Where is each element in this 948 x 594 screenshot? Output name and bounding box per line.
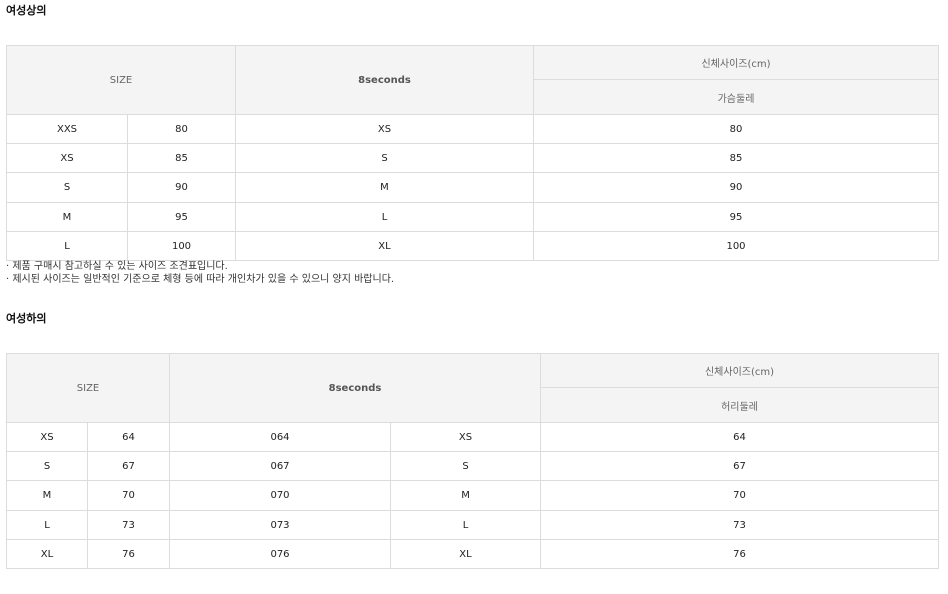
header-brand: 8seconds xyxy=(168,353,542,423)
chest-cell: 100 xyxy=(533,231,939,261)
num-cell: 70 xyxy=(87,480,170,511)
code-cell: 070 xyxy=(169,480,391,511)
brand-size-cell: S xyxy=(389,451,542,481)
table-row: XS 64 064 XS 64 xyxy=(6,422,940,452)
waist-cell: 64 xyxy=(540,422,940,452)
code-cell: 064 xyxy=(169,422,391,452)
section-title-tops: 여성상의 xyxy=(6,4,47,17)
size-cell: L xyxy=(6,231,128,261)
header-waist: 허리둘레 xyxy=(540,387,940,423)
size-notes: · 제품 구매시 참고하실 수 있는 사이즈 조견표입니다. · 제시된 사이즈… xyxy=(6,260,394,286)
header-size: SIZE xyxy=(6,45,236,115)
note-line: · 제품 구매시 참고하실 수 있는 사이즈 조견표입니다. xyxy=(6,261,228,272)
brand-size-cell: XL xyxy=(235,231,534,261)
size-cell: XS xyxy=(6,143,128,173)
table-row: XXS 80 XS 80 xyxy=(6,114,939,144)
num-cell: 100 xyxy=(127,231,236,261)
size-table-bottoms: SIZE 8seconds 신체사이즈(cm) 허리둘레 XS 64 064 X… xyxy=(6,353,940,569)
size-cell: XXS xyxy=(6,114,128,144)
table-row: M 95 L 95 xyxy=(6,202,939,232)
brand-size-cell: M xyxy=(389,480,542,511)
code-cell: 076 xyxy=(169,539,391,569)
size-cell: XS xyxy=(6,422,88,452)
size-cell: XL xyxy=(6,539,88,569)
table-row: XS 85 S 85 xyxy=(6,143,939,173)
chest-cell: 80 xyxy=(533,114,939,144)
size-cell: M xyxy=(6,202,128,232)
note-line: · 제시된 사이즈는 일반적인 기준으로 체형 등에 따라 개인차가 있을 수 … xyxy=(6,274,395,285)
chest-cell: 90 xyxy=(533,172,939,203)
waist-cell: 76 xyxy=(540,539,940,569)
table-row: S 67 067 S 67 xyxy=(6,451,940,481)
table-row: S 90 M 90 xyxy=(6,172,939,203)
size-cell: L xyxy=(6,510,88,540)
header-brand: 8seconds xyxy=(235,45,534,115)
brand-size-cell: L xyxy=(389,510,542,540)
waist-cell: 73 xyxy=(540,510,940,540)
table-row: XL 76 076 XL 76 xyxy=(6,539,940,569)
code-cell: 067 xyxy=(169,451,391,481)
header-body-size: 신체사이즈(cm) xyxy=(533,45,939,80)
header-chest: 가슴둘레 xyxy=(533,79,939,115)
brand-size-cell: XL xyxy=(389,539,542,569)
code-cell: 073 xyxy=(169,510,391,540)
size-cell: S xyxy=(6,451,88,481)
waist-cell: 67 xyxy=(540,451,940,481)
table-row: M 70 070 M 70 xyxy=(6,480,940,511)
waist-cell: 70 xyxy=(540,480,940,511)
size-table-tops: SIZE 8seconds 신체사이즈(cm) 가슴둘레 XXS 80 XS 8… xyxy=(6,45,939,261)
brand-size-cell: L xyxy=(235,202,534,232)
num-cell: 64 xyxy=(87,422,170,452)
num-cell: 76 xyxy=(87,539,170,569)
num-cell: 85 xyxy=(127,143,236,173)
brand-size-cell: XS xyxy=(389,422,542,452)
header-size: SIZE xyxy=(6,353,170,423)
num-cell: 80 xyxy=(127,114,236,144)
num-cell: 67 xyxy=(87,451,170,481)
table-row: L 73 073 L 73 xyxy=(6,510,940,540)
chest-cell: 95 xyxy=(533,202,939,232)
section-title-bottoms: 여성하의 xyxy=(6,312,47,325)
table-row: L 100 XL 100 xyxy=(6,231,939,261)
header-body-size: 신체사이즈(cm) xyxy=(540,353,940,388)
size-cell: M xyxy=(6,480,88,511)
size-cell: S xyxy=(6,172,128,203)
num-cell: 90 xyxy=(127,172,236,203)
num-cell: 95 xyxy=(127,202,236,232)
brand-size-cell: XS xyxy=(235,114,534,144)
brand-size-cell: S xyxy=(235,143,534,173)
num-cell: 73 xyxy=(87,510,170,540)
brand-size-cell: M xyxy=(235,172,534,203)
chest-cell: 85 xyxy=(533,143,939,173)
